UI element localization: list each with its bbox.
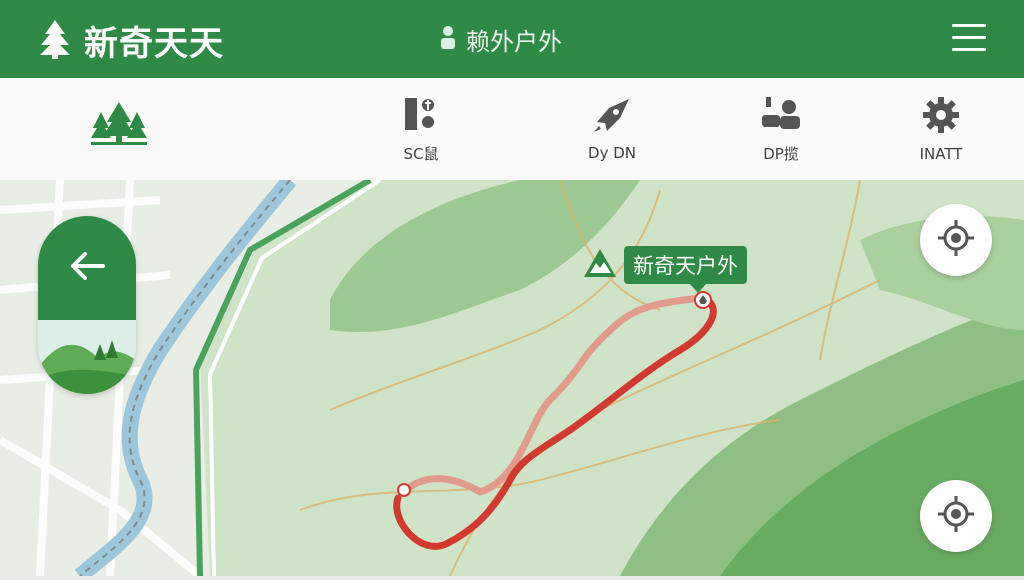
crosshair-icon bbox=[936, 494, 976, 538]
header-subtitle: 赖外户外 bbox=[466, 28, 562, 56]
tab-label: Dy DN bbox=[588, 144, 636, 162]
locate-button[interactable] bbox=[920, 204, 992, 276]
app-name: 新奇天天 bbox=[84, 24, 224, 64]
back-button[interactable] bbox=[38, 216, 136, 320]
settings-gear-icon bbox=[921, 95, 961, 139]
tab-forest[interactable] bbox=[76, 78, 162, 180]
mountain-icon bbox=[584, 249, 616, 281]
map-callout[interactable]: 新奇天户外 bbox=[584, 246, 747, 293]
hamburger-icon-line bbox=[952, 48, 986, 51]
brand: 新奇天天 bbox=[36, 16, 224, 65]
crosshair-icon bbox=[936, 218, 976, 262]
hamburger-menu-button[interactable] bbox=[952, 24, 986, 52]
forest-icon bbox=[89, 100, 149, 152]
tab-dp[interactable]: DP揽 bbox=[746, 78, 816, 180]
recenter-button[interactable] bbox=[920, 480, 992, 552]
map-grid-icon bbox=[401, 95, 441, 137]
hamburger-icon-line bbox=[952, 24, 986, 27]
group-icon bbox=[760, 95, 802, 137]
map-view[interactable] bbox=[0, 174, 1024, 580]
tab-settings[interactable]: INATT bbox=[906, 78, 976, 180]
tab-sc[interactable]: SC鼠 bbox=[386, 78, 456, 180]
user-icon bbox=[440, 24, 456, 56]
header-title: 赖外户外 bbox=[440, 22, 562, 57]
hamburger-icon-line bbox=[952, 36, 986, 39]
tab-bar: SC鼠 Dy DN DP揽 INATT bbox=[0, 78, 1024, 180]
tab-label: DP揽 bbox=[763, 144, 799, 163]
back-panel[interactable] bbox=[38, 216, 136, 394]
arrow-left-icon bbox=[67, 250, 107, 286]
tree-logo-icon bbox=[36, 18, 74, 64]
tab-label: SC鼠 bbox=[403, 144, 439, 163]
tab-label: INATT bbox=[919, 145, 963, 163]
callout-label: 新奇天户外 bbox=[624, 246, 747, 293]
top-app-bar: 新奇天天 赖外户外 bbox=[0, 0, 1024, 78]
tab-dydn[interactable]: Dy DN bbox=[574, 78, 650, 180]
rocket-icon bbox=[591, 96, 633, 138]
